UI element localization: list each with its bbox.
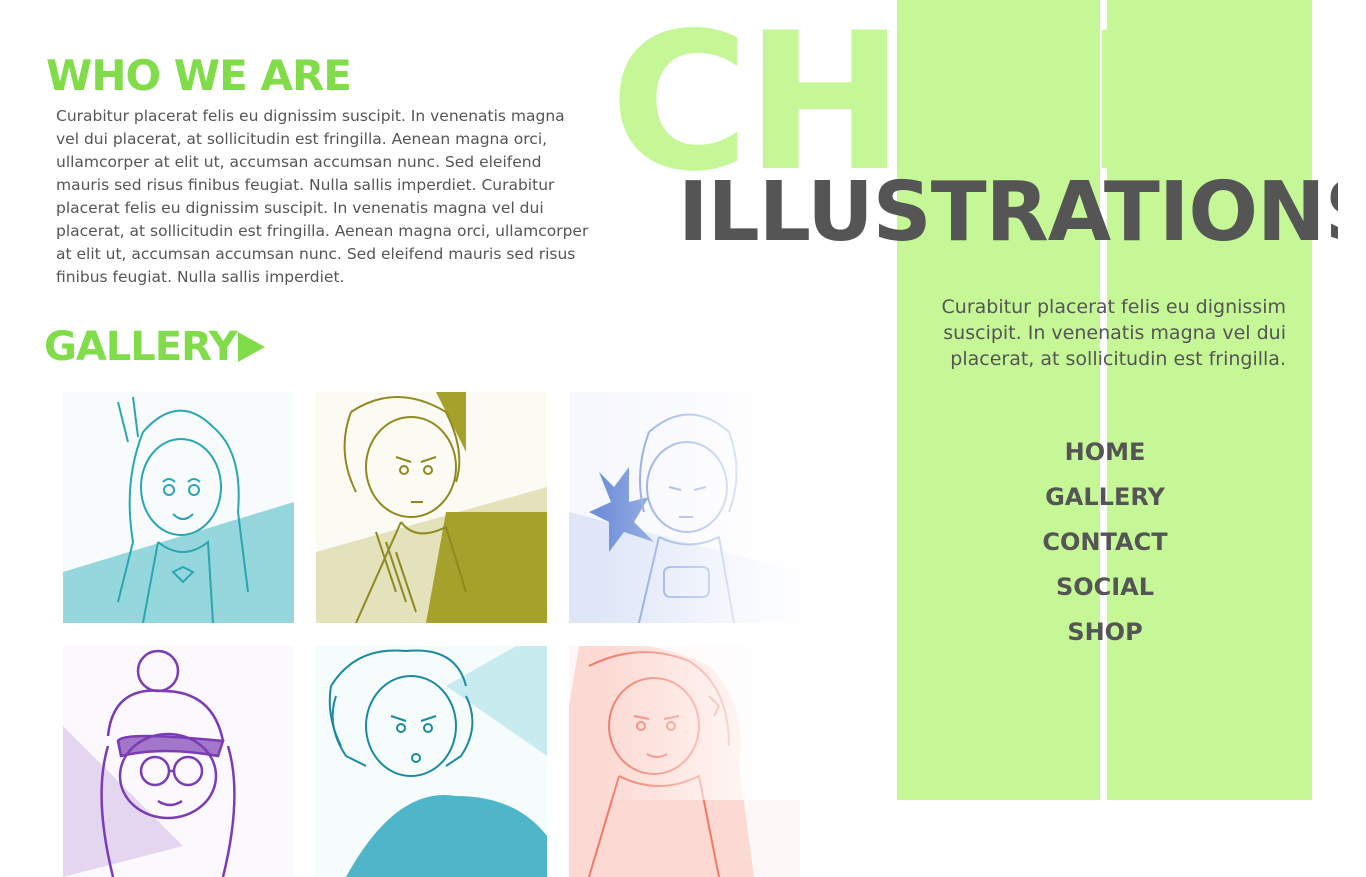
- illustration-boy-head: [316, 646, 547, 877]
- gallery-thumb-spiky-hair[interactable]: [569, 392, 800, 623]
- gallery-thumb-girl-smiling[interactable]: [569, 646, 800, 877]
- hero-description: Curabitur placerat felis eu dignissim su…: [941, 296, 1286, 370]
- nav-item-home[interactable]: HOME: [1030, 436, 1180, 481]
- illustration-spiky-hair: [569, 392, 800, 623]
- illustration-girl-smiling: [569, 646, 800, 877]
- illustration-girl-goggles: [63, 646, 294, 877]
- nav-item-social[interactable]: SOCIAL: [1030, 571, 1180, 616]
- gallery-thumb-boy-head[interactable]: [316, 646, 547, 877]
- main-nav: HOME GALLERY CONTACT SOCIAL SHOP: [1030, 436, 1180, 661]
- gallery-thumb-girl-goggles[interactable]: [63, 646, 294, 877]
- hero-title-bottom: ILLUSTRATIONS: [678, 165, 1338, 260]
- illustration-girl-long-hair: [63, 392, 294, 623]
- nav-item-shop[interactable]: SHOP: [1030, 616, 1180, 661]
- about-text: Curabitur placerat felis eu dignissim su…: [56, 107, 589, 286]
- illustration-boy-thinking: [316, 392, 547, 623]
- gallery-heading[interactable]: GALLERY: [44, 322, 238, 372]
- nav-item-contact[interactable]: CONTACT: [1030, 526, 1180, 571]
- play-arrow-icon[interactable]: [238, 332, 265, 362]
- gallery-thumb-boy-thinking[interactable]: [316, 392, 547, 623]
- nav-item-gallery[interactable]: GALLERY: [1030, 481, 1180, 526]
- gallery-thumb-girl-long-hair[interactable]: [63, 392, 294, 623]
- about-heading: WHO WE ARE: [46, 51, 352, 100]
